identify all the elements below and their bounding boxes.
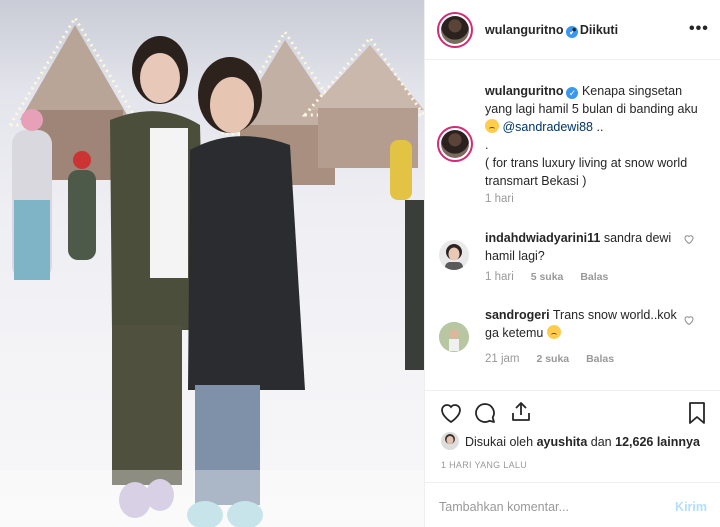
reply-button[interactable]: Balas — [580, 271, 608, 283]
verified-badge-icon: ✓ — [566, 87, 579, 99]
post-date[interactable]: 1 HARI YANG LALU — [441, 460, 527, 470]
caption-username[interactable]: wulanguritno — [485, 84, 563, 98]
send-comment-button[interactable]: Kirim — [675, 500, 707, 514]
reply-button[interactable]: Balas — [586, 353, 614, 365]
post-side-panel: wulanguritno ✓ • Diikuti ••• wulanguritno… — [424, 0, 720, 527]
share-upload-icon[interactable] — [509, 400, 533, 424]
likes-middle: dan — [590, 435, 612, 449]
caption-author-avatar[interactable] — [437, 126, 473, 162]
add-comment-input[interactable]: Tambahkan komentar... — [439, 500, 569, 514]
comment-likes[interactable]: 5 suka — [531, 271, 564, 283]
caption-after: .. — [596, 120, 604, 134]
post-caption: wulanguritno ✓ Kenapa singsetan yang lagi… — [485, 82, 711, 190]
comment-meta: 1 hari 5 suka Balas — [485, 271, 622, 283]
comment-item: indahdwiadyarini11 sandra dewi hamil lag… — [485, 229, 685, 265]
post-photo[interactable] — [0, 0, 424, 527]
likes-summary: Disukai oleh ayushita dan 12,626 lainnya — [465, 435, 700, 449]
comment-bubble-icon[interactable] — [473, 401, 497, 425]
comment-item: sandrogeri Trans snow world..kok ga kete… — [485, 306, 685, 342]
comment-username[interactable]: sandrogeri — [485, 308, 550, 322]
like-comment-heart-icon[interactable] — [683, 314, 695, 326]
comment-time[interactable]: 1 hari — [485, 271, 514, 283]
caption-dot: . — [485, 138, 489, 152]
liker-avatar[interactable] — [441, 432, 459, 450]
follow-status-label[interactable]: Diikuti — [580, 23, 618, 37]
like-heart-icon[interactable] — [439, 402, 463, 424]
like-comment-heart-icon[interactable] — [683, 233, 695, 245]
comment-username[interactable]: indahdwiadyarini11 — [485, 231, 600, 245]
bookmark-save-icon[interactable] — [687, 401, 707, 425]
add-comment-bar: Tambahkan komentar... Kirim — [425, 482, 720, 527]
post-actions — [425, 390, 720, 430]
comment-likes[interactable]: 2 suka — [536, 353, 569, 365]
likes-count[interactable]: 12,626 lainnya — [615, 435, 700, 449]
post-photo-image — [0, 15, 424, 527]
more-options-icon[interactable]: ••• — [689, 20, 709, 38]
liker-username[interactable]: ayushita — [537, 435, 588, 449]
sad-face-emoji-icon — [546, 325, 561, 339]
likes-prefix: Disukai oleh — [465, 435, 534, 449]
caption-extra-text: ( for trans luxury living at snow world … — [485, 156, 688, 188]
caption-mention-link[interactable]: @sandradewi88 — [502, 120, 593, 134]
author-username[interactable]: wulanguritno ✓ — [485, 23, 579, 38]
comment-time[interactable]: 21 jam — [485, 353, 520, 365]
author-username-text[interactable]: wulanguritno — [485, 23, 563, 37]
author-avatar[interactable] — [437, 12, 473, 48]
worried-face-emoji-icon — [485, 119, 499, 133]
follow-status[interactable]: • Diikuti — [572, 23, 618, 37]
comment-avatar[interactable] — [439, 240, 469, 270]
comment-avatar[interactable] — [439, 322, 469, 352]
caption-timestamp[interactable]: 1 hari — [485, 193, 514, 205]
post-header: wulanguritno ✓ • Diikuti ••• — [425, 0, 720, 60]
comment-meta: 21 jam 2 suka Balas — [485, 353, 628, 365]
